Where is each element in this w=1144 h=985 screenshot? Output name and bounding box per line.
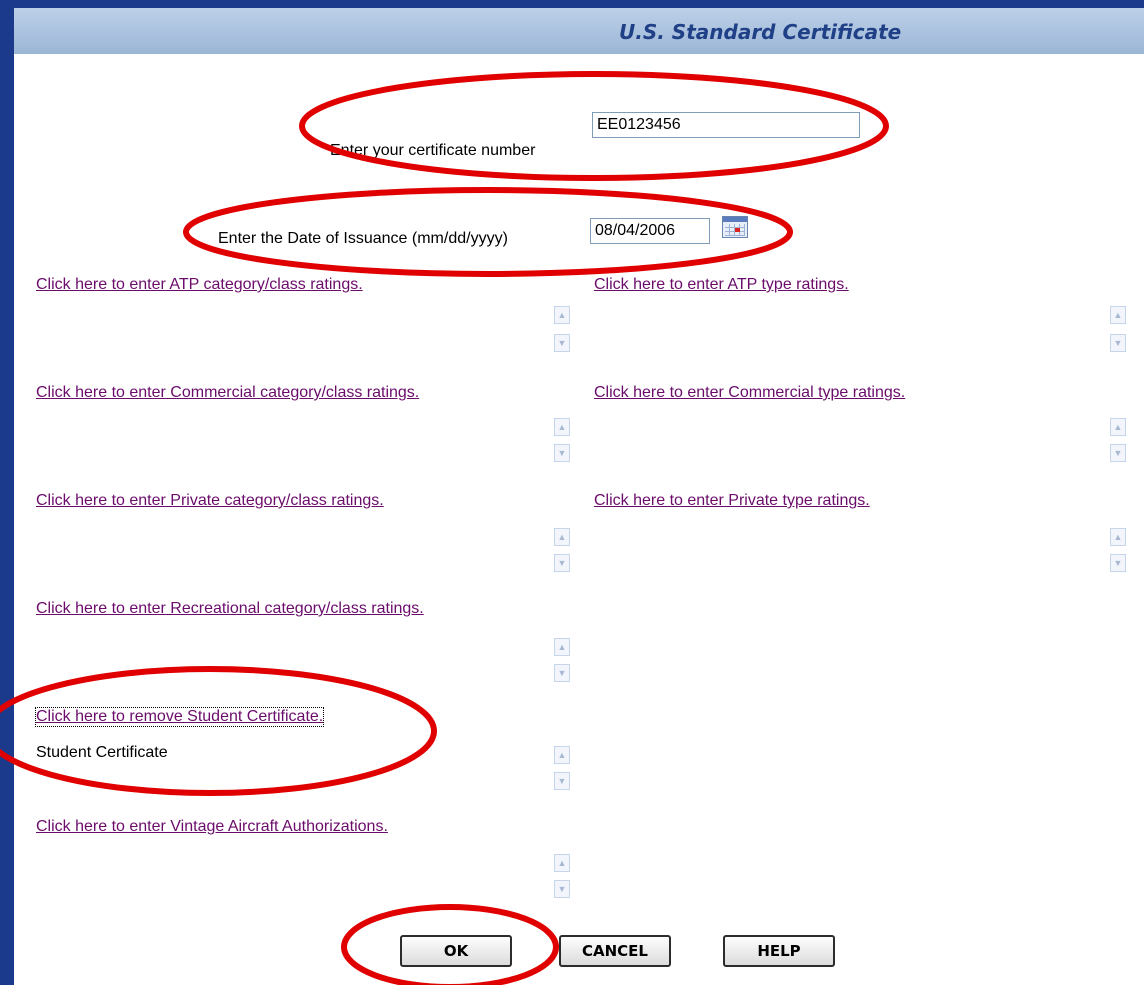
private-type-scroll-up-icon[interactable]: ▲: [1110, 528, 1126, 546]
atp-category-scroll-up-icon[interactable]: ▲: [554, 306, 570, 324]
recreational-category-link[interactable]: Click here to enter Recreational categor…: [36, 600, 424, 618]
issuance-date-label: Enter the Date of Issuance (mm/dd/yyyy): [218, 230, 508, 247]
title-bar: U.S. Standard Certificate: [14, 8, 1144, 54]
atp-category-link[interactable]: Click here to enter ATP category/class r…: [36, 276, 363, 294]
vintage-scroll-down-icon[interactable]: ▼: [554, 880, 570, 898]
certificate-dialog: U.S. Standard Certificate Enter your cer…: [14, 8, 1144, 985]
private-category-scroll-down-icon[interactable]: ▼: [554, 554, 570, 572]
dialog-title: U.S. Standard Certificate: [619, 20, 902, 44]
student-scroll-down-icon[interactable]: ▼: [554, 772, 570, 790]
commercial-type-link[interactable]: Click here to enter Commercial type rati…: [594, 384, 905, 402]
student-certificate-list-item[interactable]: Student Certificate: [36, 744, 168, 762]
private-type-scroll-down-icon[interactable]: ▼: [1110, 554, 1126, 572]
commercial-type-scroll-down-icon[interactable]: ▼: [1110, 444, 1126, 462]
student-scroll-up-icon[interactable]: ▲: [554, 746, 570, 764]
private-category-link[interactable]: Click here to enter Private category/cla…: [36, 492, 384, 510]
commercial-category-scroll-down-icon[interactable]: ▼: [554, 444, 570, 462]
private-category-scroll-up-icon[interactable]: ▲: [554, 528, 570, 546]
recreational-category-scroll-up-icon[interactable]: ▲: [554, 638, 570, 656]
certificate-number-label: Enter your certificate number: [330, 142, 536, 159]
calendar-icon[interactable]: [722, 216, 748, 238]
vintage-aircraft-link[interactable]: Click here to enter Vintage Aircraft Aut…: [36, 818, 388, 836]
commercial-category-scroll-up-icon[interactable]: ▲: [554, 418, 570, 436]
commercial-category-link[interactable]: Click here to enter Commercial category/…: [36, 384, 419, 402]
remove-student-certificate-link[interactable]: Click here to remove Student Certificate…: [34, 707, 325, 727]
atp-category-scroll-down-icon[interactable]: ▼: [554, 334, 570, 352]
certificate-number-input[interactable]: [592, 112, 860, 138]
atp-type-link[interactable]: Click here to enter ATP type ratings.: [594, 276, 849, 294]
issuance-date-input[interactable]: [590, 218, 710, 244]
atp-type-scroll-up-icon[interactable]: ▲: [1110, 306, 1126, 324]
ok-button[interactable]: OK: [400, 935, 512, 967]
private-type-link[interactable]: Click here to enter Private type ratings…: [594, 492, 870, 510]
recreational-category-scroll-down-icon[interactable]: ▼: [554, 664, 570, 682]
vintage-scroll-up-icon[interactable]: ▲: [554, 854, 570, 872]
help-button[interactable]: HELP: [723, 935, 835, 967]
atp-type-scroll-down-icon[interactable]: ▼: [1110, 334, 1126, 352]
cancel-button[interactable]: CANCEL: [559, 935, 671, 967]
commercial-type-scroll-up-icon[interactable]: ▲: [1110, 418, 1126, 436]
